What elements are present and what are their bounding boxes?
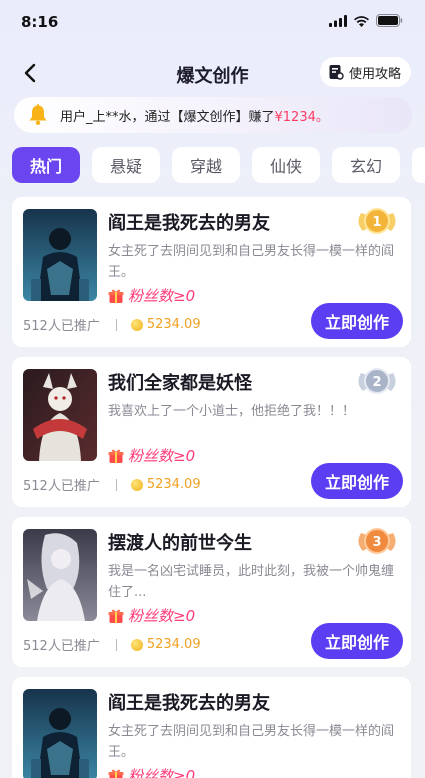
coin-icon bbox=[130, 478, 143, 491]
fans-text: 粉丝数≥0 bbox=[128, 447, 196, 465]
story-card[interactable]: 阎王是我死去的男友 女主死了去阴间见到和自己男友长得一模一样的阎王。 粉丝数≥0… bbox=[12, 197, 411, 347]
tab-hot[interactable]: 热门 bbox=[12, 147, 80, 183]
fans-requirement: 粉丝数≥0 bbox=[108, 285, 195, 306]
fans-text: 粉丝数≥0 bbox=[128, 607, 196, 625]
guide-button[interactable]: 使用攻略 bbox=[319, 57, 411, 87]
rank-number: 2 bbox=[372, 375, 381, 390]
gift-icon bbox=[108, 609, 124, 623]
rank-number: 1 bbox=[372, 215, 381, 230]
battery-icon bbox=[376, 14, 403, 27]
create-button[interactable]: 立即创作 bbox=[311, 623, 403, 659]
status-icons bbox=[329, 14, 403, 27]
promoters-count: 512人已推广 bbox=[23, 639, 100, 654]
wifi-icon bbox=[354, 15, 369, 27]
book-cover bbox=[23, 369, 97, 461]
promo-stats: 512人已推广 5234.09 bbox=[23, 475, 201, 494]
gift-icon bbox=[108, 289, 124, 303]
story-card[interactable]: 阎王是我死去的男友 女主死了去阴间见到和自己男友长得一模一样的阎王。 粉丝数≥0 bbox=[12, 677, 411, 778]
card-description: 女主死了去阴间见到和自己男友长得一模一样的阎王。 bbox=[108, 724, 395, 760]
fans-requirement: 粉丝数≥0 bbox=[108, 765, 195, 778]
signal-icon bbox=[329, 14, 347, 27]
card-title: 阎王是我死去的男友 bbox=[108, 213, 270, 234]
create-button[interactable]: 立即创作 bbox=[311, 303, 403, 339]
create-button[interactable]: 立即创作 bbox=[311, 463, 403, 499]
tab-xianxia[interactable]: 仙侠 bbox=[252, 147, 320, 183]
divider bbox=[115, 638, 117, 651]
tab-time-travel[interactable]: 穿越 bbox=[172, 147, 240, 183]
guide-label: 使用攻略 bbox=[348, 66, 401, 82]
fans-requirement: 粉丝数≥0 bbox=[108, 605, 195, 626]
guide-book-icon bbox=[329, 65, 344, 80]
nav-bar: 爆文创作 使用攻略 bbox=[0, 50, 425, 94]
fans-text: 粉丝数≥0 bbox=[128, 767, 196, 778]
divider bbox=[115, 478, 117, 491]
story-card[interactable]: 我们全家都是妖怪 我喜欢上了一个小道士，他拒绝了我！！！ 粉丝数≥0 512人已… bbox=[12, 357, 411, 507]
card-title: 我们全家都是妖怪 bbox=[108, 373, 252, 394]
promo-stats: 512人已推广 5234.09 bbox=[23, 315, 201, 334]
rank-badge-gold-icon: 1 bbox=[358, 208, 396, 234]
book-cover bbox=[23, 689, 97, 778]
divider bbox=[115, 318, 117, 331]
card-title: 阎王是我死去的男友 bbox=[108, 693, 270, 714]
promo-stats: 512人已推广 5234.09 bbox=[23, 635, 201, 654]
coin-icon bbox=[130, 318, 143, 331]
earnings-notice: 用户_上**水，通过【爆文创作】赚了 ¥1234。 bbox=[14, 97, 412, 133]
tab-more[interactable] bbox=[412, 147, 425, 183]
rank-badge-bronze-icon: 3 bbox=[358, 528, 396, 554]
fans-requirement: 粉丝数≥0 bbox=[108, 445, 195, 466]
status-bar: 8:16 bbox=[0, 0, 425, 44]
status-time: 8:16 bbox=[21, 13, 59, 31]
bell-icon bbox=[29, 104, 47, 125]
rank-badge-silver-icon: 2 bbox=[358, 368, 396, 394]
points-value: 5234.09 bbox=[146, 637, 201, 652]
tab-fantasy[interactable]: 玄幻 bbox=[332, 147, 400, 183]
promoters-count: 512人已推广 bbox=[23, 319, 100, 334]
gift-icon bbox=[108, 769, 124, 778]
card-description: 我喜欢上了一个小道士，他拒绝了我！！！ bbox=[108, 404, 356, 419]
rank-number: 3 bbox=[372, 535, 381, 550]
promoters-count: 512人已推广 bbox=[23, 479, 100, 494]
card-description: 我是一名凶宅试睡员，此时此刻，我被一个帅鬼缠住了... bbox=[108, 564, 395, 600]
gift-icon bbox=[108, 449, 124, 463]
card-title: 摆渡人的前世今生 bbox=[108, 533, 252, 554]
notice-text: 用户_上**水，通过【爆文创作】赚了 bbox=[60, 109, 275, 125]
category-tabs: 热门 悬疑 穿越 仙侠 玄幻 bbox=[12, 147, 425, 183]
book-cover bbox=[23, 209, 97, 301]
card-description: 女主死了去阴间见到和自己男友长得一模一样的阎王。 bbox=[108, 244, 395, 280]
points-value: 5234.09 bbox=[146, 477, 201, 492]
tab-mystery[interactable]: 悬疑 bbox=[92, 147, 160, 183]
fans-text: 粉丝数≥0 bbox=[128, 287, 196, 305]
notice-amount: ¥1234。 bbox=[274, 109, 329, 125]
coin-icon bbox=[130, 638, 143, 651]
story-card[interactable]: 摆渡人的前世今生 我是一名凶宅试睡员，此时此刻，我被一个帅鬼缠住了... 粉丝数… bbox=[12, 517, 411, 667]
points-value: 5234.09 bbox=[146, 317, 201, 332]
book-cover bbox=[23, 529, 97, 621]
